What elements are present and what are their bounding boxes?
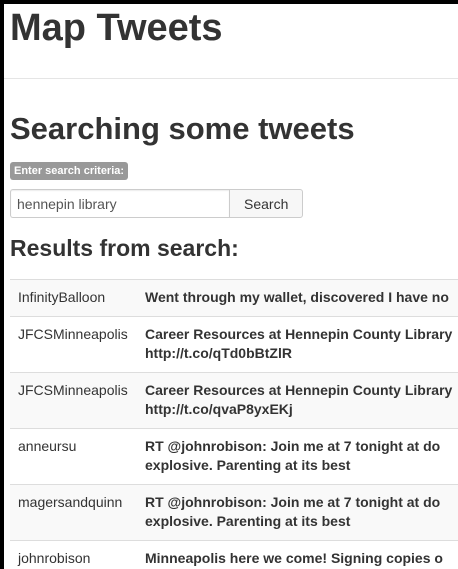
table-row[interactable]: anneursu RT @johnrobison: Join me at 7 to…: [10, 428, 458, 485]
tweet-text-line: Career Resources at Hennepin County Libr…: [145, 326, 453, 342]
tweet-username: magersandquinn: [10, 484, 137, 541]
tweet-username: JFCSMinneapolis: [10, 372, 137, 429]
search-form: Search: [10, 189, 304, 218]
tweet-text-line: RT @johnrobison: Join me at 7 tonight at…: [145, 494, 441, 510]
table-row[interactable]: magersandquinn RT @johnrobison: Join me a…: [10, 484, 458, 541]
search-button[interactable]: Search: [229, 189, 304, 218]
tweet-text: RT @johnrobison: Join me at 7 tonight at…: [137, 428, 458, 485]
app-title[interactable]: Map Tweets: [10, 6, 223, 50]
table-row[interactable]: JFCSMinneapolis Career Resources at Henne…: [10, 372, 458, 429]
tweet-text-line: Went through my wallet, discovered I hav…: [145, 289, 449, 305]
tweet-text-line: RT @johnrobison: Join me at 7 tonight at…: [145, 438, 441, 454]
app-header: Map Tweets: [4, 4, 458, 79]
page-title: Searching some tweets: [10, 111, 355, 146]
results-body: InfinityBalloon Went through my wallet, d…: [10, 279, 458, 569]
tweet-text-line: explosive. Parenting at its best: [145, 513, 351, 529]
browser-window: Map Tweets Searching some tweets Enter s…: [4, 4, 458, 569]
table-row[interactable]: johnrobison Minneapolis here we come! Sig…: [10, 540, 458, 569]
results-title: Results from search:: [10, 235, 239, 261]
tweet-username: johnrobison: [10, 540, 137, 569]
tweet-text-line: http://t.co/qvaP8yxEKj: [145, 401, 293, 417]
tweet-username: JFCSMinneapolis: [10, 316, 137, 373]
tweet-text-line: Minneapolis here we come! Signing copies…: [145, 550, 443, 566]
tweet-text: Career Resources at Hennepin County Libr…: [137, 372, 458, 429]
search-criteria-label: Enter search criteria:: [10, 162, 129, 180]
tweet-text-line: Career Resources at Hennepin County Libr…: [145, 382, 453, 398]
tweet-text-line: explosive. Parenting at its best: [145, 457, 351, 473]
tweet-text: Minneapolis here we come! Signing copies…: [137, 540, 458, 569]
table-row[interactable]: InfinityBalloon Went through my wallet, d…: [10, 279, 458, 317]
tweet-text-line: http://t.co/qTd0bBtZlR: [145, 345, 292, 361]
tweet-text: RT @johnrobison: Join me at 7 tonight at…: [137, 484, 458, 541]
table-row[interactable]: JFCSMinneapolis Career Resources at Henne…: [10, 316, 458, 373]
results-table: InfinityBalloon Went through my wallet, d…: [10, 279, 458, 569]
tweet-text: Went through my wallet, discovered I hav…: [137, 279, 458, 317]
tweet-username: InfinityBalloon: [10, 279, 137, 317]
tweet-username: anneursu: [10, 428, 137, 485]
tweet-text: Career Resources at Hennepin County Libr…: [137, 316, 458, 373]
search-input[interactable]: [10, 189, 229, 218]
